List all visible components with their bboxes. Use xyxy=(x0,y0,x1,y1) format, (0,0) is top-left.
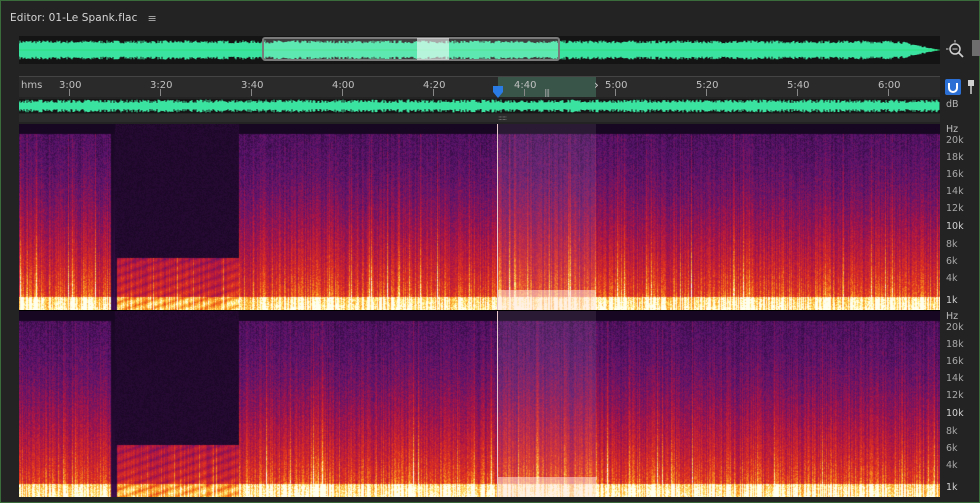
hz-tick-label: 16k xyxy=(946,169,964,180)
hz-tick-label: 12k xyxy=(946,203,964,214)
overview-visible-range[interactable] xyxy=(262,37,560,61)
ruler-tick xyxy=(160,89,161,96)
frequency-scale-left: Hz 20k 18k 16k 14k 12k 10k 8k 6k 4k 1k xyxy=(940,124,980,310)
scrollbar-strip[interactable] xyxy=(972,40,980,56)
zoom-magnifier-icon[interactable] xyxy=(946,40,966,60)
ruler-time-label: 3:20 xyxy=(150,80,173,91)
playhead-line-right xyxy=(497,311,498,497)
snap-toggle-button[interactable] xyxy=(945,79,961,95)
ruler-tick xyxy=(342,89,343,96)
hz-tick-label: 20k xyxy=(946,135,964,146)
db-scale-label: dB xyxy=(946,99,959,110)
ruler-unit: hms xyxy=(21,80,43,91)
overview-selection[interactable] xyxy=(417,38,449,60)
spectrogram-canvas-left xyxy=(19,124,940,310)
playhead-line-left xyxy=(497,124,498,310)
hz-unit-label: Hz xyxy=(946,124,959,135)
selection-end-chevron-icon[interactable]: › xyxy=(594,78,599,92)
hz-tick-label: 20k xyxy=(946,322,964,333)
ruler-time-label: 5:20 xyxy=(696,80,719,91)
panel-header: Editor: 01-Le Spank.flac ≡ xyxy=(10,8,157,28)
spectrogram-channel-left[interactable] xyxy=(19,124,940,310)
hz-tick-label: 18k xyxy=(946,152,964,163)
ruler-tick xyxy=(433,89,434,96)
track-waveform[interactable] xyxy=(19,99,940,113)
hz-tick-label: 8k xyxy=(946,426,958,437)
hz-tick-label: 12k xyxy=(946,390,964,401)
marker-grip-icon: :::::: xyxy=(498,114,507,122)
ruler-time-label: 3:00 xyxy=(59,80,82,91)
hz-tick-label: 4k xyxy=(946,460,958,471)
spectrogram-channel-right[interactable] xyxy=(19,311,940,497)
ruler-time-label: 4:20 xyxy=(423,80,446,91)
ruler-tick xyxy=(251,89,252,96)
spectrogram-canvas-right xyxy=(19,311,940,497)
ruler-tick xyxy=(69,89,70,96)
hz-tick-label: 16k xyxy=(946,356,964,367)
hz-tick-label: 6k xyxy=(946,443,958,454)
ruler-tick xyxy=(615,89,616,96)
spectral-selection-block-right[interactable] xyxy=(498,477,596,497)
ruler-time-label: 4:00 xyxy=(332,80,355,91)
hz-tick-label: 8k xyxy=(946,239,958,250)
frequency-scale-right: Hz 20k 18k 16k 14k 12k 10k 8k 6k 4k 1k xyxy=(940,311,980,497)
overview-waveform[interactable] xyxy=(19,36,940,64)
pin-icon[interactable] xyxy=(966,79,976,95)
spectral-selection-right[interactable] xyxy=(498,311,596,497)
hz-tick-label: 18k xyxy=(946,339,964,350)
time-ruler[interactable]: ||| › hms 3:00 3:20 3:40 4:00 4:20 4:40 5:00 5:… xyxy=(19,76,940,98)
selection-grip-icon[interactable]: ||| xyxy=(544,88,550,97)
spectral-selection-left[interactable] xyxy=(498,124,596,310)
ruler-time-label: 5:40 xyxy=(787,80,810,91)
ruler-tick xyxy=(797,89,798,96)
hz-tick-label: 6k xyxy=(946,256,958,267)
track-waveform-svg xyxy=(19,99,940,113)
marker-bar[interactable]: :::::: xyxy=(19,114,940,122)
hz-tick-label: 4k xyxy=(946,273,958,284)
panel-title[interactable]: Editor: 01-Le Spank.flac xyxy=(10,12,137,24)
ruler-tick xyxy=(888,89,889,96)
ruler-tick xyxy=(706,89,707,96)
hz-tick-label: 1k xyxy=(946,482,958,493)
ruler-time-label: 6:00 xyxy=(878,80,901,91)
hz-tick-label: 14k xyxy=(946,373,964,384)
ruler-time-label: 4:40 xyxy=(514,80,537,91)
hz-tick-label: 10k xyxy=(946,408,964,419)
spectral-selection-block-left[interactable] xyxy=(498,290,596,310)
ruler-time-label: 3:40 xyxy=(241,80,264,91)
ruler-tick xyxy=(524,89,525,96)
hz-tick-label: 10k xyxy=(946,221,964,232)
ruler-time-label: 5:00 xyxy=(605,80,628,91)
magnet-icon xyxy=(948,83,958,93)
playhead-marker-icon[interactable] xyxy=(492,86,504,98)
hz-unit-label: Hz xyxy=(946,311,959,322)
hz-tick-label: 1k xyxy=(946,295,958,306)
panel-menu-icon[interactable]: ≡ xyxy=(147,12,156,25)
hz-tick-label: 14k xyxy=(946,186,964,197)
